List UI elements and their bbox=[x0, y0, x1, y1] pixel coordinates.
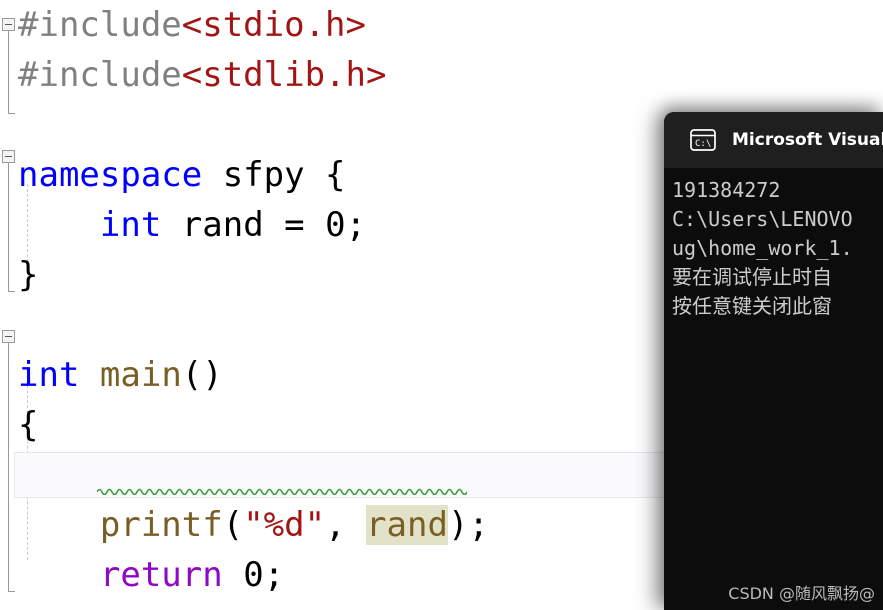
code-token: int bbox=[99, 205, 162, 245]
code-token: 0 bbox=[325, 205, 346, 245]
code-token: } bbox=[18, 605, 38, 610]
fold-region-line bbox=[8, 31, 9, 113]
code-line-text: #include<stdlib.h> bbox=[18, 50, 386, 100]
code-line-text: #include<stdio.h> bbox=[18, 0, 366, 50]
console-window[interactable]: C:\ Microsoft Visual St 191384272 C:\User… bbox=[664, 112, 883, 610]
console-output-line: C:\Users\LENOVO bbox=[672, 207, 853, 231]
code-token: () bbox=[181, 355, 223, 395]
code-token: namespace bbox=[18, 155, 203, 195]
console-output: 191384272 C:\Users\LENOVO ug\home_work_1. 要… bbox=[664, 168, 883, 610]
fold-toggle-icon[interactable] bbox=[2, 18, 15, 31]
console-cmd-icon: C:\ bbox=[690, 129, 716, 151]
code-token: rand = bbox=[161, 205, 326, 245]
code-line-text: namespace sfpy { bbox=[18, 150, 346, 200]
code-token: ; bbox=[263, 555, 285, 595]
code-line-text: printf("%d", rand); bbox=[18, 500, 489, 550]
code-token: , bbox=[325, 505, 367, 545]
code-token: ); bbox=[447, 505, 489, 545]
code-token: int bbox=[18, 355, 80, 395]
code-token: "%d" bbox=[243, 505, 326, 545]
code-token: rand bbox=[366, 505, 448, 545]
code-line-text: return 0; bbox=[18, 550, 284, 600]
console-titlebar[interactable]: C:\ Microsoft Visual St bbox=[664, 112, 883, 168]
fold-region-line bbox=[8, 163, 9, 291]
code-line-text: { bbox=[18, 400, 38, 450]
fold-region-foot bbox=[8, 291, 15, 292]
console-output-line: 要在调试停止时自 bbox=[672, 265, 832, 289]
code-token: printf bbox=[99, 505, 223, 545]
screenshot-root: #include<stdio.h> #include<stdlib.h> names… bbox=[0, 0, 883, 610]
fold-region-foot bbox=[8, 113, 15, 114]
code-token: return bbox=[99, 555, 223, 595]
code-token: 0 bbox=[243, 555, 264, 595]
console-output-line: 191384272 bbox=[672, 178, 781, 202]
code-token: } bbox=[18, 255, 39, 295]
code-token: { bbox=[18, 405, 39, 445]
csdn-watermark: CSDN @随风飘扬@ bbox=[728, 584, 875, 603]
console-title-text: Microsoft Visual St bbox=[732, 130, 883, 150]
code-token: ( bbox=[222, 505, 244, 545]
code-line-text: int main() bbox=[18, 350, 223, 400]
code-token: #include bbox=[18, 55, 182, 95]
console-output-line: ug\home_work_1. bbox=[672, 236, 853, 260]
code-token: <stdio.h> bbox=[181, 5, 366, 45]
code-token: <stdlib.h> bbox=[181, 55, 387, 95]
svg-text:C:\: C:\ bbox=[695, 139, 711, 149]
code-token: main bbox=[99, 355, 182, 395]
fold-toggle-icon[interactable] bbox=[2, 330, 15, 343]
console-output-line: 按任意键关闭此窗 bbox=[672, 294, 832, 318]
error-squiggle-icon bbox=[97, 488, 467, 495]
fold-region-foot bbox=[8, 591, 15, 592]
code-line-text: int rand = 0; bbox=[18, 200, 366, 250]
fold-toggle-icon[interactable] bbox=[2, 150, 15, 163]
code-line-text: } bbox=[18, 250, 38, 300]
fold-region-line bbox=[8, 343, 9, 591]
code-token: #include bbox=[18, 5, 182, 45]
code-token: sfpy { bbox=[202, 155, 346, 195]
code-line-text: } bbox=[18, 600, 38, 610]
code-token: ; bbox=[345, 205, 367, 245]
